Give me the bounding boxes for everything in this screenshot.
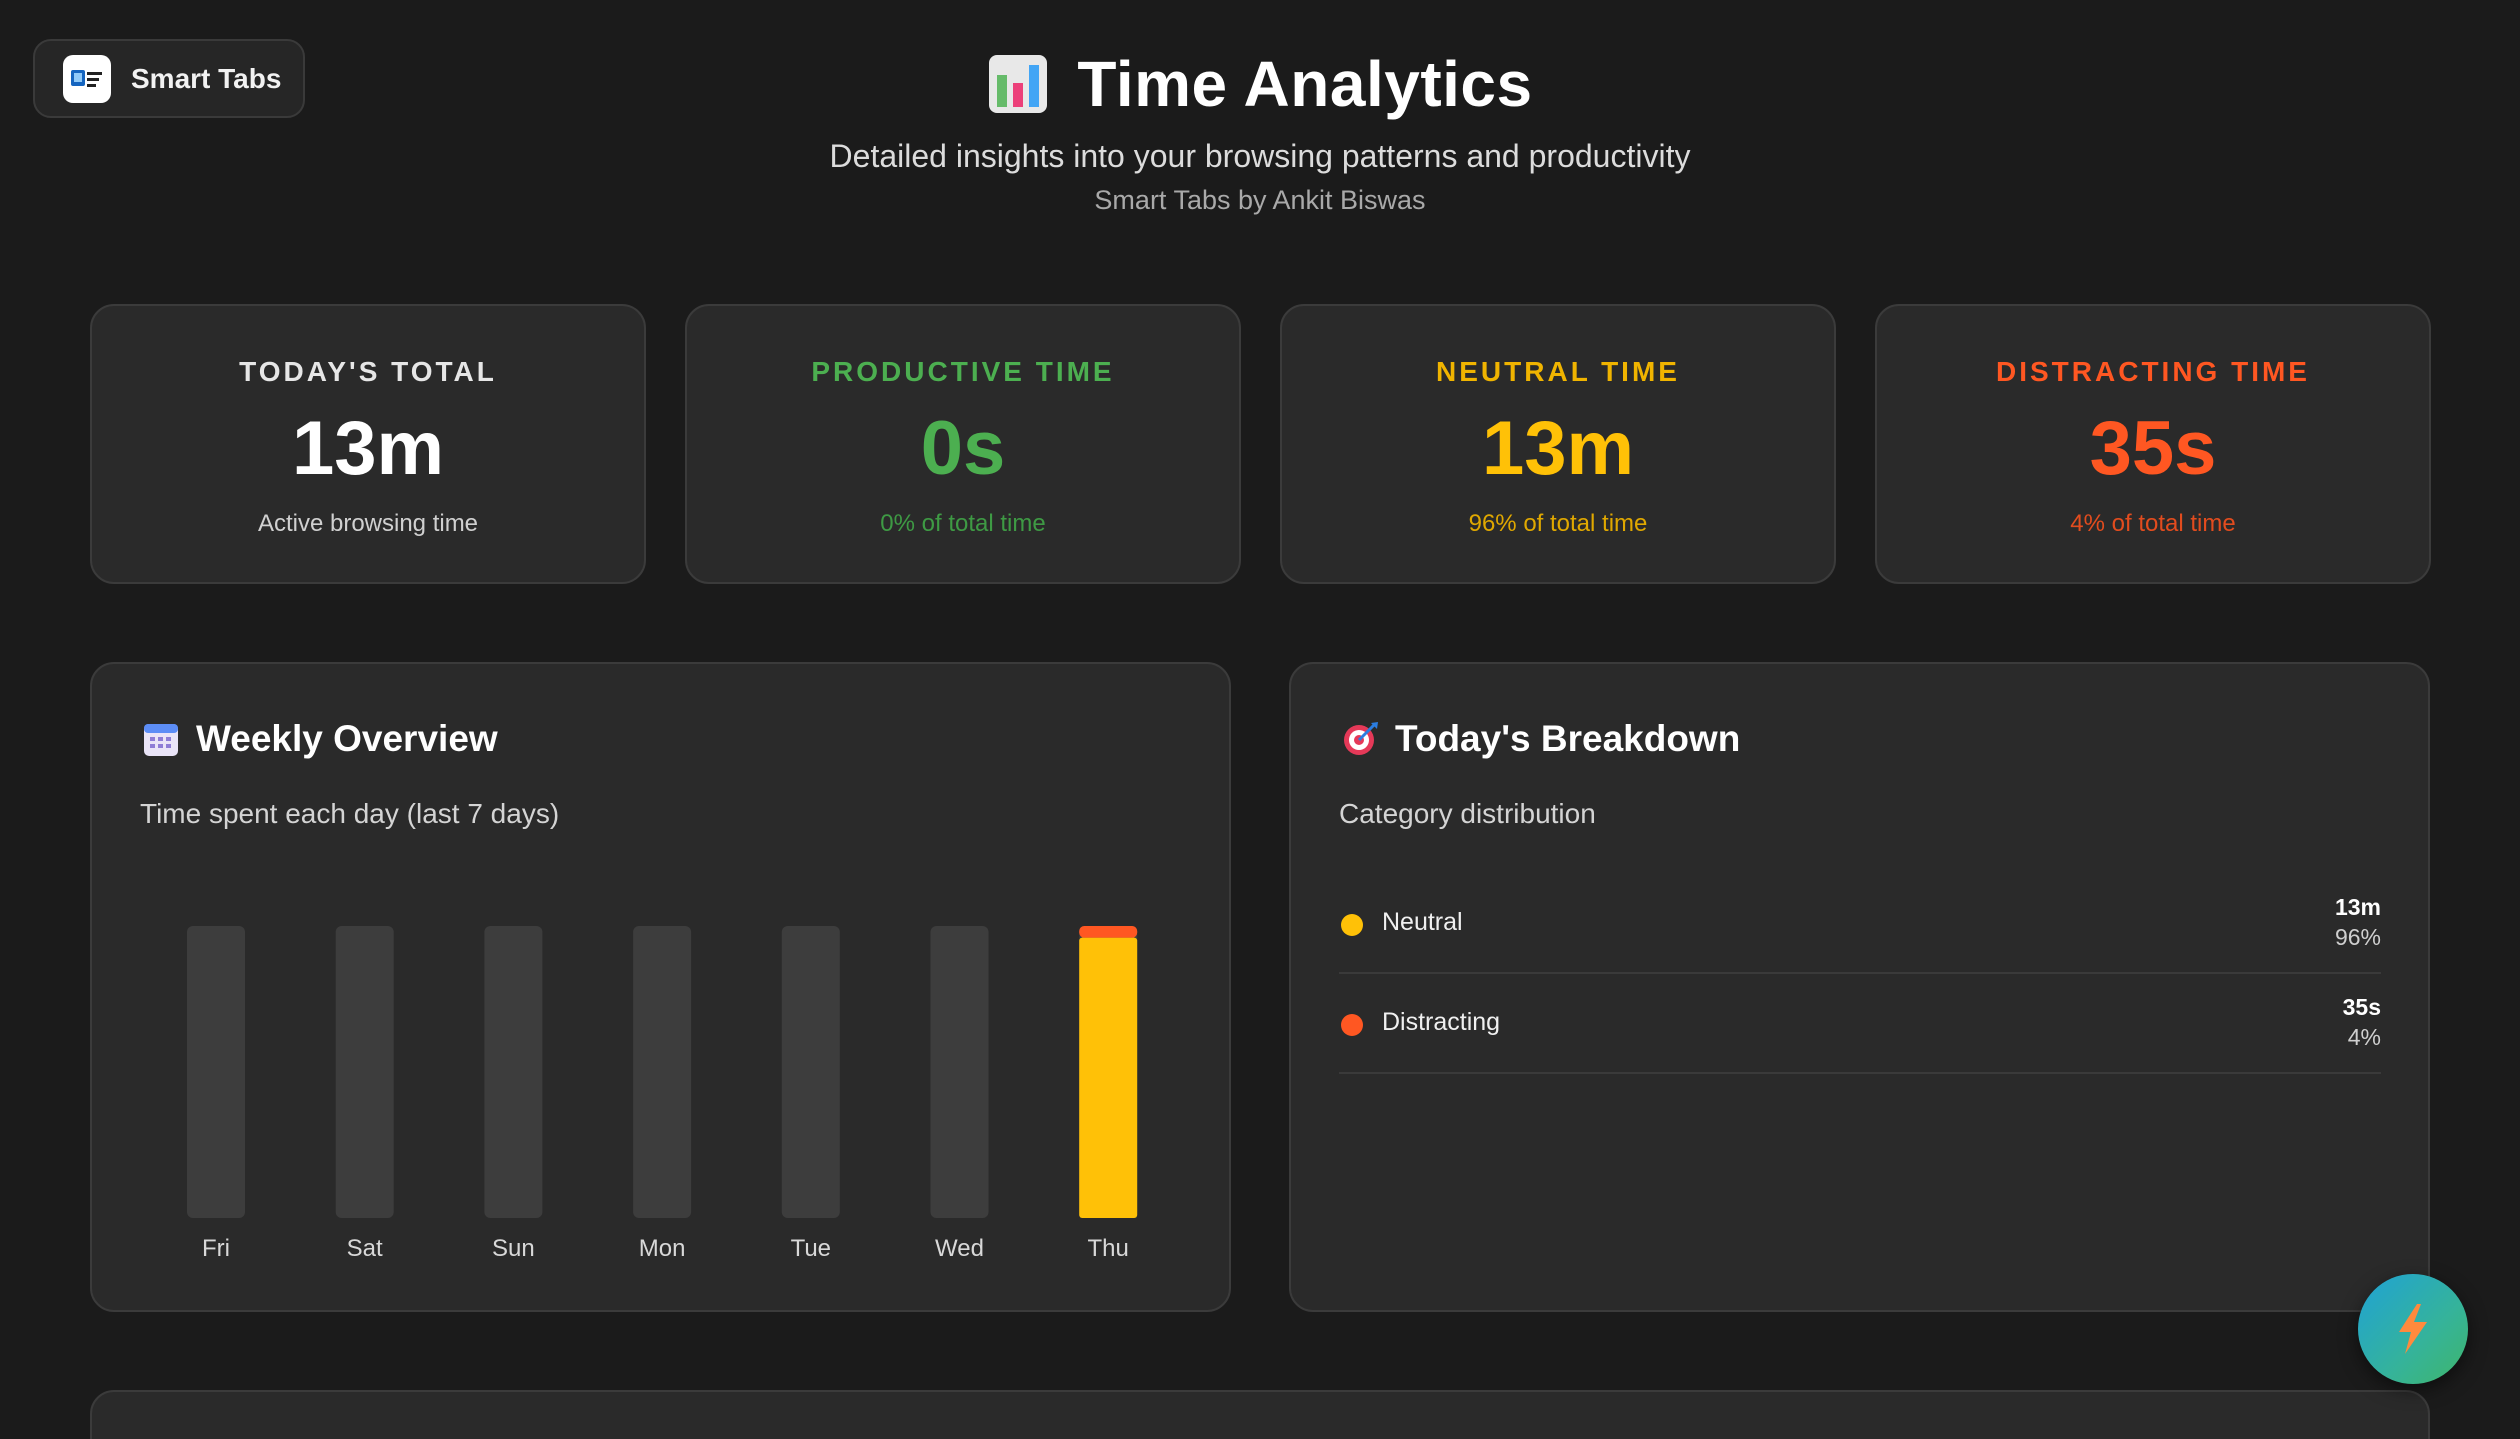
- day-label-sat: Sat: [347, 1235, 383, 1262]
- weekly-bar-chart: Fri Sat Sun Mon Tue Wed Thu: [187, 926, 1138, 1262]
- bar-track-fri: [187, 926, 245, 1218]
- breakdown-row-name: Distracting: [1382, 1008, 1501, 1036]
- breakdown-row-name: Neutral: [1382, 908, 1463, 936]
- page-header: Time Analytics Detailed insights into yo…: [0, 44, 2520, 216]
- day-label-tue: Tue: [791, 1235, 831, 1262]
- stat-sub: Active browsing time: [257, 510, 479, 537]
- weekly-overview-panel: Weekly Overview Time spent each day (las…: [90, 662, 1231, 1312]
- bar-track-wed: [930, 926, 989, 1218]
- breakdown-row-percent: 96%: [2334, 924, 2381, 950]
- breakdown-row-time: 13m: [2334, 894, 2381, 920]
- target-icon: [1344, 722, 1378, 755]
- analytics-page: Smart Tabs Time Analytics Detailed insig…: [0, 0, 2520, 1439]
- page-title: Time Analytics: [1077, 48, 1533, 120]
- bar-segment-neutral-thu: [1079, 937, 1138, 1218]
- stat-value: 0s: [920, 406, 1006, 491]
- breakdown-row-neutral: Neutral 13m 96%: [1339, 874, 2381, 974]
- bar-segment-distracting-thu: [1079, 926, 1138, 938]
- day-label-mon: Mon: [639, 1235, 686, 1262]
- stat-label: PRODUCTIVE TIME: [811, 356, 1115, 387]
- stat-card-productive: PRODUCTIVE TIME 0s 0% of total time: [685, 304, 1241, 584]
- day-label-thu: Thu: [1088, 1235, 1129, 1262]
- todays-breakdown-title: Today's Breakdown: [1395, 718, 1741, 759]
- stat-sub: 96% of total time: [1468, 510, 1648, 537]
- day-label-wed: Wed: [935, 1235, 984, 1262]
- stat-label: NEUTRAL TIME: [1436, 356, 1680, 387]
- stat-value: 13m: [1481, 406, 1635, 491]
- lightning-bolt-icon: [2399, 1304, 2427, 1354]
- stat-sub: 0% of total time: [880, 510, 1046, 537]
- stat-label: TODAY'S TOTAL: [239, 356, 497, 387]
- page-subtitle: Detailed insights into your browsing pat…: [829, 138, 1691, 174]
- stat-card-neutral: NEUTRAL TIME 13m 96% of total time: [1280, 304, 1836, 584]
- bar-track-sat: [335, 926, 394, 1218]
- stat-value: 13m: [291, 406, 445, 491]
- bottom-panel: [90, 1390, 2430, 1439]
- neutral-dot-icon: [1341, 914, 1363, 936]
- breakdown-row-percent: 4%: [2347, 1024, 2381, 1050]
- stat-value: 35s: [2089, 406, 2217, 491]
- bar-chart-icon: [989, 55, 1048, 113]
- breakdown-row-distracting: Distracting 35s 4%: [1339, 974, 2381, 1074]
- distracting-dot-icon: [1341, 1014, 1363, 1036]
- stat-card-total: TODAY'S TOTAL 13m Active browsing time: [90, 304, 646, 584]
- page-byline: Smart Tabs by Ankit Biswas: [1094, 185, 1426, 215]
- day-label-fri: Fri: [202, 1235, 230, 1262]
- bar-track-mon: [633, 926, 692, 1218]
- todays-breakdown-description: Category distribution: [1339, 798, 1596, 829]
- bar-track-sun: [484, 926, 543, 1218]
- stat-card-distracting: DISTRACTING TIME 35s 4% of total time: [1875, 304, 2431, 584]
- todays-breakdown-panel: Today's Breakdown Category distribution …: [1289, 662, 2430, 1312]
- day-label-sun: Sun: [492, 1235, 535, 1262]
- quick-action-button[interactable]: [2358, 1274, 2468, 1384]
- breakdown-row-time: 35s: [2342, 994, 2381, 1020]
- stat-label: DISTRACTING TIME: [1996, 356, 2310, 387]
- bar-track-tue: [781, 926, 840, 1218]
- stat-sub: 4% of total time: [2070, 510, 2236, 537]
